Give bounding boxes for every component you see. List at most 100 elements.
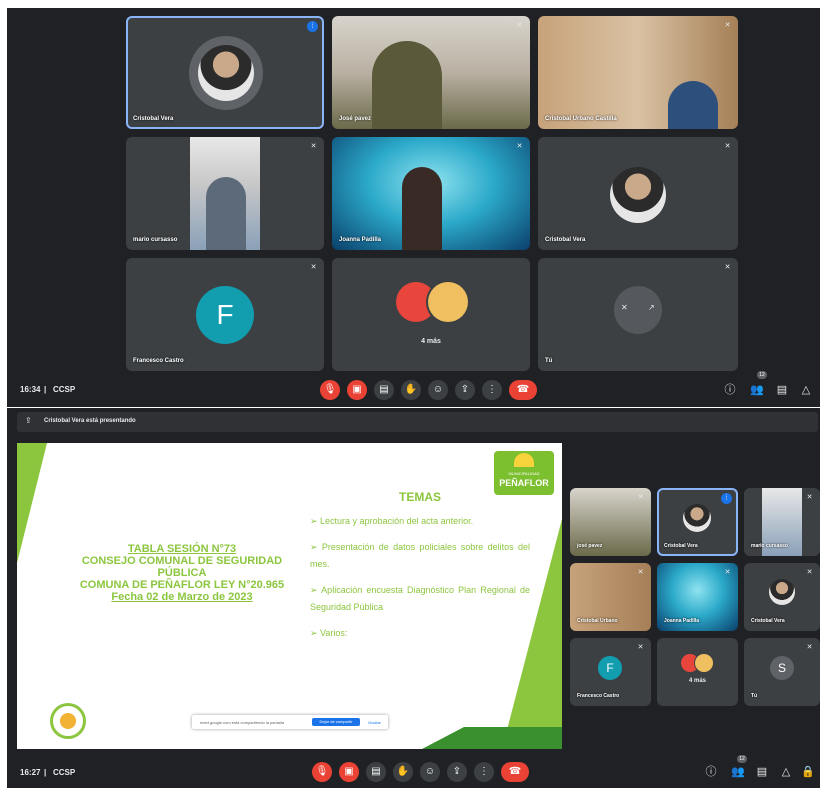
participants-count-badge: 12 (737, 755, 747, 763)
self-tile[interactable]: ✕ ↗ ✕ Tú (538, 258, 738, 371)
participant-tile[interactable]: ✕ mario cursasso (126, 137, 324, 250)
participant-name: Cristobal Urbano (577, 618, 618, 624)
participant-name: José pavez (339, 116, 372, 122)
chat-icon[interactable]: ▤ (755, 765, 769, 779)
separator: | (44, 385, 47, 394)
participant-tile[interactable]: ✕ Cristobal Urbano Castilla (538, 16, 738, 129)
captions-button[interactable]: ▤ (374, 380, 394, 400)
temas-heading: TEMAS (399, 490, 441, 504)
info-icon[interactable]: ⓘ (704, 765, 718, 779)
participant-tile[interactable]: ⁞ Cristobal Vera (657, 488, 738, 556)
agenda-item: ➢ Aplicación encuesta Diagnóstico Plan R… (310, 585, 530, 612)
participant-tile[interactable]: ✕ josé pavez (570, 488, 651, 556)
logo-text: PEÑAFLOR (499, 478, 549, 488)
participant-name: josé pavez (577, 543, 603, 549)
mic-off-icon: ✕ (724, 143, 731, 150)
camera-toggle-button[interactable]: ▣ (347, 380, 367, 400)
share-banner-text: meet.google.com está compartiendo la pan… (200, 720, 285, 725)
mic-off-icon: ✕ (724, 569, 731, 576)
presenting-banner: ⇪ Cristobal Vera está presentando (17, 412, 818, 432)
leave-call-button[interactable]: ☎ (509, 380, 537, 400)
mic-toggle-button[interactable]: 🎙 (320, 380, 340, 400)
avatar (610, 167, 666, 223)
mic-toggle-button[interactable]: 🎙 (312, 762, 332, 782)
slide-title: TABLA SESIÓN N°73 CONSEJO COMUNAL DE SEG… (77, 543, 287, 603)
participant-name: Cristobal Vera (545, 237, 586, 243)
more-label: 4 más (688, 678, 706, 684)
title-line: COMUNA DE PEÑAFLOR LEY N°20.965 (79, 579, 285, 591)
raise-hand-button[interactable]: ✋ (393, 762, 413, 782)
participant-tile[interactable]: F ✕ Francesco Castro (570, 638, 651, 706)
wave-icon: ↗ (648, 303, 655, 312)
slide-right-decoration-2 (422, 727, 562, 749)
logo-sun (514, 453, 534, 467)
mic-off-icon: ✕ (637, 494, 644, 501)
title-line: Fecha 02 de Marzo de 2023 (111, 591, 253, 603)
slide-left-decoration (17, 443, 47, 563)
emoji-button[interactable]: ☺ (428, 380, 448, 400)
mic-off-icon: ✕ (637, 644, 644, 651)
avatar (683, 504, 711, 532)
mic-off-icon: ✕ (310, 264, 317, 271)
mic-off-icon: ✕ (516, 143, 523, 150)
video-feed (668, 81, 718, 129)
agenda-item: ➢ Varios: (310, 628, 348, 638)
lock-icon[interactable]: 🔒 (801, 765, 815, 779)
activities-icon[interactable]: △ (799, 383, 813, 397)
chat-icon[interactable]: ▤ (775, 383, 789, 397)
mic-off-icon: ✕ (637, 569, 644, 576)
participant-name: Cristobal Vera (751, 618, 785, 624)
self-tile[interactable]: S ✕ Tú (744, 638, 820, 706)
participant-name: Joanna Padilla (664, 618, 700, 624)
captions-button[interactable]: ▤ (366, 762, 386, 782)
avatar (695, 654, 713, 672)
meeting-code: CCSP (53, 385, 76, 394)
participant-name: Tú (751, 693, 758, 699)
logo-text-small: MUNICIPALIDAD (508, 471, 540, 476)
participant-tile[interactable]: F ✕ Francesco Castro (126, 258, 324, 371)
participant-name: Joanna Padilla (339, 237, 382, 243)
participant-tile[interactable]: ✕ mario cursasso (744, 488, 820, 556)
camera-toggle-button[interactable]: ▣ (339, 762, 359, 782)
participant-tile[interactable]: ✕ Cristobal Vera (744, 563, 820, 631)
more-participants-tile[interactable]: 4 más (332, 258, 530, 371)
raise-hand-button[interactable]: ✋ (401, 380, 421, 400)
people-icon[interactable]: 👥 (750, 383, 764, 397)
activities-icon[interactable]: △ (779, 765, 793, 779)
avatar-initial: S (770, 656, 794, 680)
more-participants-tile[interactable]: 4 más (657, 638, 738, 706)
hide-banner-link[interactable]: Ocultar (368, 720, 381, 725)
participant-name: Cristobal Vera (133, 116, 174, 122)
presenting-text: Cristobal Vera está presentando (44, 418, 136, 424)
present-button[interactable]: ⇪ (447, 762, 467, 782)
meeting-time: 16:27 (20, 768, 41, 777)
participant-tile[interactable]: ⁞ Cristobal Vera (126, 16, 324, 129)
info-icon[interactable]: ⓘ (723, 383, 737, 397)
mic-off-icon: ✕ (806, 494, 813, 501)
emoji-button[interactable]: ☺ (420, 762, 440, 782)
people-icon[interactable]: 👥 (731, 765, 745, 779)
present-button[interactable]: ⇪ (455, 380, 475, 400)
separator: | (44, 768, 47, 777)
participant-tile[interactable]: ✕ Joanna Padilla (332, 137, 530, 250)
participant-tile[interactable]: ✕ Cristobal Urbano (570, 563, 651, 631)
more-options-button[interactable]: ⋮ (474, 762, 494, 782)
mic-off-icon: ✕ (621, 303, 628, 312)
participant-tile[interactable]: ✕ Joanna Padilla (657, 563, 738, 631)
person-silhouette (402, 167, 442, 250)
more-options-button[interactable]: ⋮ (482, 380, 502, 400)
seal-icon (50, 703, 86, 739)
stop-sharing-button[interactable]: Dejar de compartir (312, 718, 360, 726)
participant-name: Francesco Castro (133, 358, 184, 364)
shared-screen-slide: MUNICIPALIDAD PEÑAFLOR TABLA SESIÓN N°73… (17, 443, 562, 749)
participant-name: mario cursasso (133, 237, 178, 243)
leave-call-button[interactable]: ☎ (501, 762, 529, 782)
participants-count-badge: 12 (757, 371, 767, 379)
agenda-item: ➢ Presentación de datos policiales sobre… (310, 542, 530, 569)
speaking-indicator-icon: ⁞ (721, 493, 732, 504)
mic-off-icon: ✕ (806, 644, 813, 651)
participant-tile[interactable]: ✕ Cristobal Vera (538, 137, 738, 250)
video-feed (372, 41, 442, 129)
participant-tile[interactable]: ✕ José pavez (332, 16, 530, 129)
screen-share-banner: meet.google.com está compartiendo la pan… (192, 715, 388, 729)
